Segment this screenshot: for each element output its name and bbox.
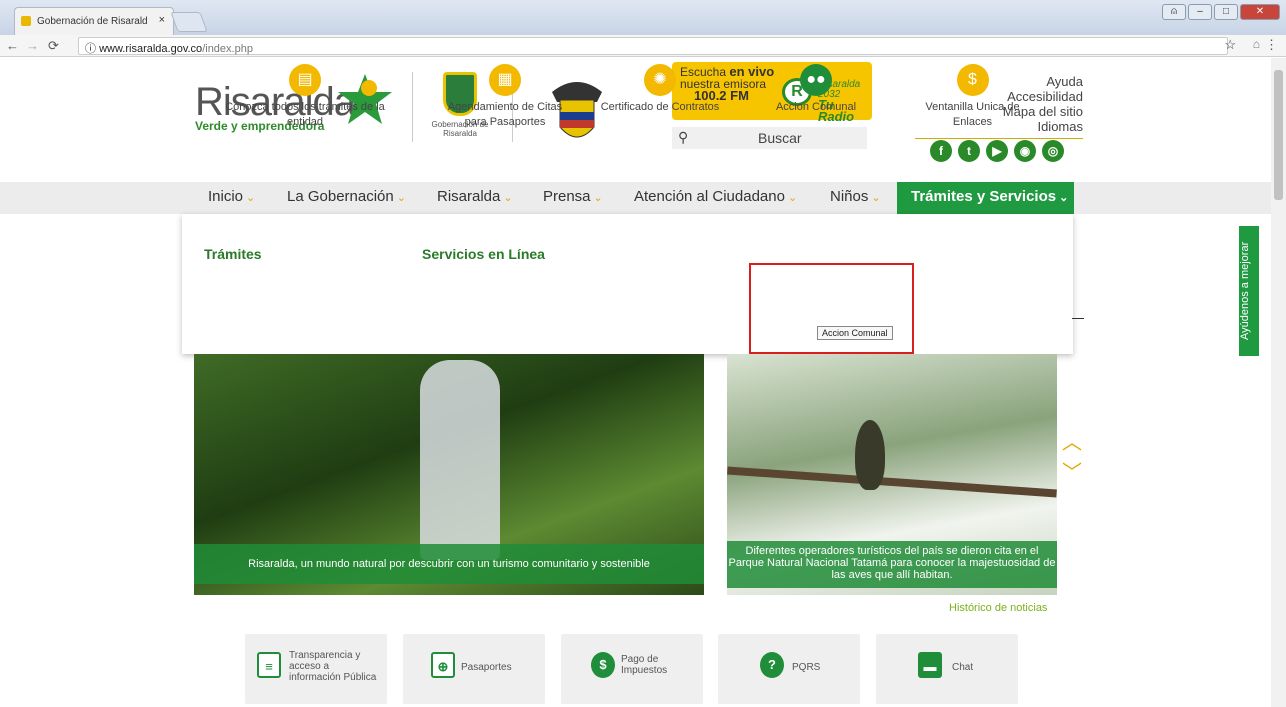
bookmark-star-icon[interactable]: ☆ — [1224, 37, 1236, 53]
chevron-down-icon: ⌄ — [396, 192, 406, 204]
dollar-icon: $ — [591, 652, 615, 678]
chevron-down-icon: ⌄ — [787, 192, 798, 204]
heading-servicios-linea: Servicios en Línea — [422, 246, 545, 262]
nav-atencion-ciudadano[interactable]: Atención al Ciudadano ⌄ — [634, 188, 797, 205]
heading-tramites: Trámites — [204, 246, 262, 262]
badge-icon: ✺ — [644, 64, 676, 96]
facebook-icon[interactable]: f — [930, 140, 952, 162]
chevron-down-icon: ⌄ — [503, 192, 513, 204]
historico-noticias-link[interactable]: Histórico de noticias — [949, 602, 1047, 614]
youtube-icon[interactable]: ▶ — [986, 140, 1008, 162]
question-icon: ? — [760, 652, 784, 678]
maximize-button[interactable]: □ — [1214, 4, 1238, 20]
tab-close-icon[interactable]: × — [159, 14, 165, 26]
nav-inicio[interactable]: Inicio ⌄ — [208, 188, 255, 205]
feedback-side-tab[interactable]: Ayúdenos a mejorar — [1239, 226, 1259, 356]
url-host: www.risaralda.gov.co — [99, 43, 203, 55]
browser-menu-icon[interactable]: ⋮ — [1265, 37, 1278, 53]
chevron-down-icon: ⌄ — [246, 192, 256, 204]
quick-link-chat[interactable]: ▬ Chat — [876, 634, 1018, 704]
address-bar-row: ← → ⟳ ⓘ www.risaralda.gov.co/index.php ☆… — [0, 35, 1286, 57]
service-ventanilla-unica[interactable]: $ Ventanilla Unica de Enlaces — [910, 64, 1035, 130]
browser-titlebar: Gobernación de Risarald × ⍝ – □ ✕ — [0, 0, 1286, 35]
search-input[interactable]: ⚲ Buscar — [672, 127, 867, 149]
quick-link-pago-impuestos[interactable]: $ Pago de Impuestos — [561, 634, 703, 704]
slide-caption-1[interactable]: Risaralda, un mundo natural por descubri… — [194, 544, 704, 584]
service-certificado-contratos[interactable]: ✺ Certificado de Contratos — [590, 64, 730, 115]
money-icon: $ — [956, 64, 989, 96]
service-citas-pasaportes[interactable]: ▦ Agendamiento de Citas para Pasaportes — [425, 64, 585, 130]
social-links: f t ▶ ◉ ◎ — [930, 140, 1064, 162]
tab-title: Gobernación de Risarald — [37, 16, 148, 27]
reload-icon[interactable]: ⟳ — [48, 38, 59, 54]
document-list-icon: ≡ — [257, 652, 281, 678]
people-icon: ●● — [800, 64, 832, 96]
chevron-up-icon[interactable]: ︿ — [1062, 428, 1082, 458]
document-icon: ▤ — [289, 64, 321, 96]
rss-icon[interactable]: ◉ — [1014, 140, 1036, 162]
highlight-box — [749, 263, 914, 354]
window-controls: ⍝ – □ ✕ — [1162, 4, 1280, 20]
quick-link-transparencia[interactable]: ≡ Transparencia y acceso a información P… — [245, 634, 387, 704]
chevron-down-icon: ⌄ — [1059, 192, 1069, 204]
page-scrollbar[interactable] — [1271, 58, 1286, 707]
extension-icon[interactable]: ⌂ — [1253, 37, 1260, 51]
slider-arrows: ︿ ﹀ — [1062, 428, 1082, 488]
url-path: /index.php — [202, 43, 253, 55]
nav-prensa[interactable]: Prensa ⌄ — [543, 188, 603, 205]
slide-caption-2[interactable]: Diferentes operadores turísticos del paí… — [727, 541, 1057, 588]
service-tramites-entidad[interactable]: ▤ Conozca todos los trámites de la entid… — [205, 64, 405, 130]
tooltip: Accion Comunal — [817, 326, 893, 340]
service-accion-comunal[interactable]: ●● Accion Comunal — [756, 64, 876, 115]
new-tab-button[interactable] — [170, 12, 208, 32]
url-input[interactable]: ⓘ www.risaralda.gov.co/index.php — [78, 37, 1228, 55]
tramites-dropdown: Trámites Servicios en Línea — [182, 214, 1073, 354]
quick-link-pasaportes[interactable]: ⊕ Pasaportes — [403, 634, 545, 704]
browser-tab[interactable]: Gobernación de Risarald × — [14, 7, 174, 35]
chevron-down-icon: ⌄ — [593, 192, 603, 204]
globe-icon: ⊕ — [431, 652, 455, 678]
nav-risaralda[interactable]: Risaralda ⌄ — [437, 188, 513, 205]
scrollbar-thumb[interactable] — [1274, 70, 1283, 200]
twitter-icon[interactable]: t — [958, 140, 980, 162]
main-nav: Inicio ⌄ La Gobernación ⌄ Risaralda ⌄ Prens… — [0, 182, 1271, 214]
person-figure — [420, 360, 500, 560]
forward-arrow-icon[interactable]: → — [26, 38, 39, 53]
minimize-button[interactable]: – — [1188, 4, 1212, 20]
chat-icon: ▬ — [918, 652, 942, 678]
divider-dash — [1072, 318, 1084, 319]
favicon-icon — [21, 16, 31, 26]
search-icon[interactable]: ⚲ — [678, 129, 688, 146]
back-arrow-icon[interactable]: ← — [6, 38, 19, 53]
calendar-icon: ▦ — [489, 64, 521, 96]
nav-ninos[interactable]: Niños ⌄ — [830, 188, 881, 205]
utility-divider — [915, 138, 1083, 139]
close-window-button[interactable]: ✕ — [1240, 4, 1280, 20]
instagram-icon[interactable]: ◎ — [1042, 140, 1064, 162]
quick-link-pqrs[interactable]: ? PQRS — [718, 634, 860, 704]
nav-tramites-servicios[interactable]: Trámites y Servicios ⌄ — [897, 182, 1074, 214]
chevron-down-icon: ⌄ — [871, 192, 881, 204]
search-placeholder: Buscar — [758, 130, 802, 146]
chevron-down-icon[interactable]: ﹀ — [1062, 458, 1082, 488]
bird-figure — [855, 420, 885, 490]
site-info-icon[interactable]: ⓘ — [85, 43, 96, 55]
header-divider — [412, 72, 413, 142]
user-icon[interactable]: ⍝ — [1162, 4, 1186, 20]
nav-la-gobernacion[interactable]: La Gobernación ⌄ — [287, 188, 406, 205]
